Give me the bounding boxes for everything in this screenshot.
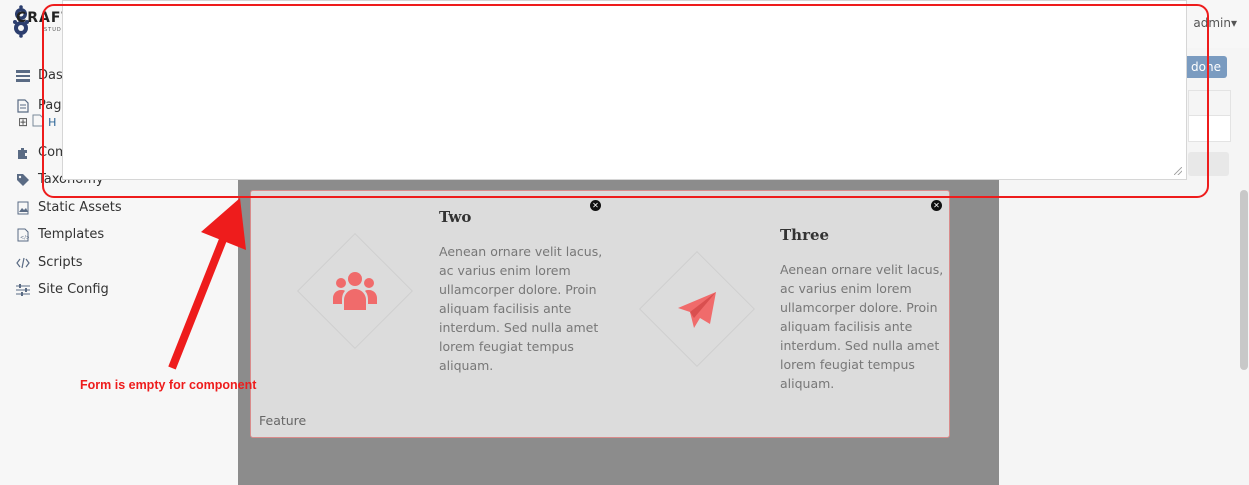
annotation-text: Form is empty for component	[80, 378, 257, 392]
annotation-arrow-icon	[168, 198, 246, 370]
